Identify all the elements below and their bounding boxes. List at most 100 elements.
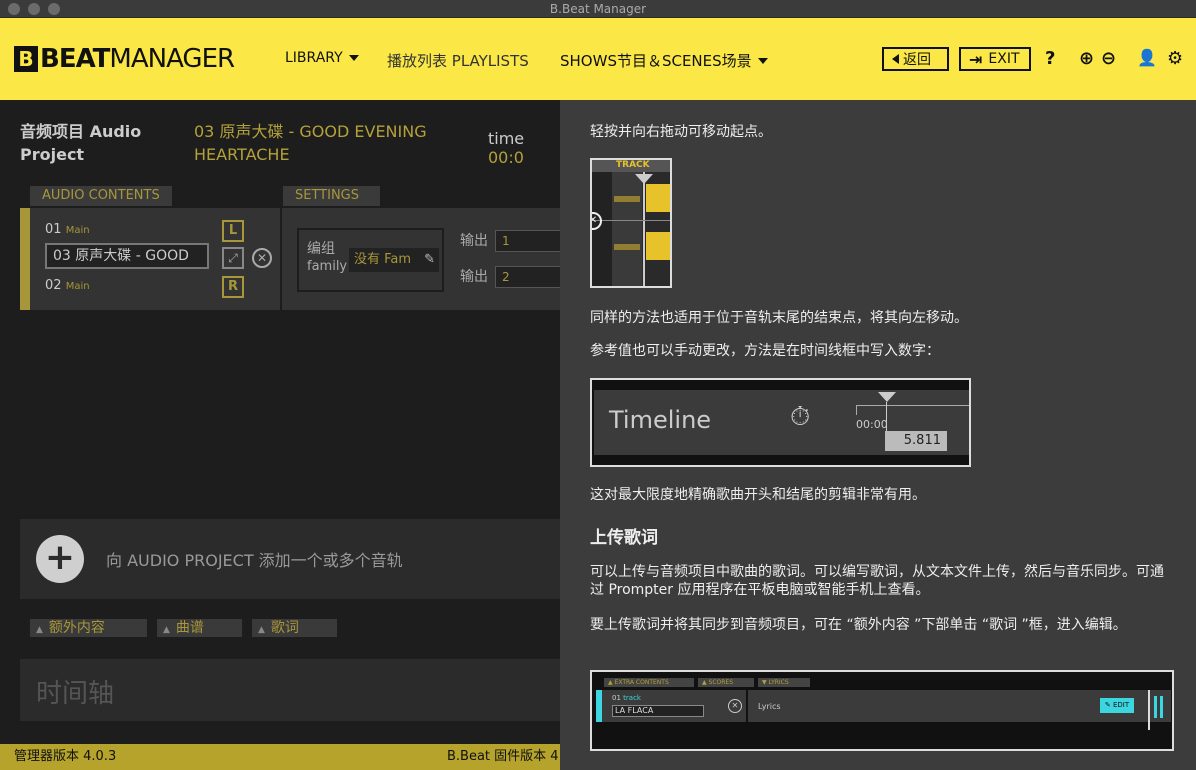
back-label: 返回 [903, 52, 931, 68]
tab-settings[interactable]: SETTINGS [283, 186, 380, 206]
track-bottom-num: 02 [45, 278, 62, 293]
help-para-3: 参考值也可以手动更改，方法是在时间线框中写入数字： [590, 343, 940, 359]
img3-edit-label: EDIT [1112, 701, 1130, 709]
img2-start-time: 00:00 [856, 418, 888, 431]
img3-extra-tab: ▲ EXTRA CONTENTS [604, 678, 694, 687]
img2-timeline-label: Timeline [609, 406, 712, 434]
right-channel-button[interactable]: R [222, 276, 244, 298]
img3-track-name: LA FLACA [612, 705, 704, 717]
time-readout: time 00:0 [488, 129, 560, 167]
drag-start-illustration: TRACK ✕ [590, 158, 672, 288]
family-select[interactable]: 没有 Fam ✎ [349, 248, 439, 272]
project-track-title: 03 原声大碟 - GOOD EVENING HEARTACHE [194, 122, 427, 164]
track-top-num: 01 [45, 222, 62, 237]
firmware-version: B.Beat 固件版本 4 [447, 749, 559, 764]
group-label-cn: 编组 [307, 241, 335, 257]
family-value: 没有 Fam [354, 252, 412, 267]
audio-project-editor: 音频项目 Audio Project 03 原声大碟 - GOOD EVENIN… [0, 100, 565, 744]
remove-track-icon[interactable]: ✕ [252, 248, 272, 268]
track-bottom-number: 02 Main [45, 278, 90, 293]
back-button[interactable]: 返回 [882, 47, 949, 71]
time-label: time [488, 129, 525, 148]
tab-lyrics[interactable]: ▲ 歌词 [252, 619, 337, 637]
nav-library[interactable]: LIBRARY [285, 50, 359, 66]
track-bottom-tag: Main [65, 281, 90, 292]
page-title: 音频项目 Audio Project [20, 122, 142, 164]
zoom-out-icon[interactable]: ⊖ [1101, 48, 1116, 69]
status-footer: 管理器版本 4.0.3 B.Beat 固件版本 4 [0, 744, 560, 770]
add-track-label: 向 AUDIO PROJECT 添加一个或多个音轨 [106, 551, 403, 570]
tab-scores-label: 曲谱 [175, 620, 204, 636]
triangle-up-icon: ▲ [258, 625, 265, 635]
img1-track-label: TRACK [616, 160, 650, 170]
expand-icon[interactable]: ⤢ [222, 247, 244, 269]
track-name-field[interactable]: 03 原声大碟 - GOOD [45, 243, 209, 269]
img3-extra-label: EXTRA CONTENTS [614, 679, 669, 686]
output-field-2[interactable]: 2 [495, 266, 565, 288]
timeline-bar[interactable]: 时间轴 [20, 659, 560, 721]
track-panel: 01 Main 03 原声大碟 - GOOD 02 Main L ⤢ ✕ R 编… [20, 208, 565, 310]
gear-icon[interactable]: ⚙ [1167, 48, 1183, 69]
tab-lyrics-label: 歌词 [270, 620, 299, 636]
nav-shows-scenes[interactable]: SHOWS节目＆SCENES场景 [560, 50, 768, 71]
zoom-in-icon[interactable]: ⊕ [1079, 48, 1094, 69]
output-field-1[interactable]: 1 [495, 230, 565, 252]
plus-icon[interactable]: + [36, 535, 84, 583]
app-logo: B BEAT MANAGER [14, 44, 235, 74]
img3-tag: track [623, 694, 641, 702]
help-para-5: 可以上传与音频项目中歌曲的歌词。可以编写歌词，从文本文件上传，然后与音乐同步。可… [590, 564, 1164, 598]
logo-beat: BEAT [40, 44, 110, 74]
panel-divider [280, 208, 282, 310]
tab-extra-contents[interactable]: ▲ 额外内容 [30, 619, 147, 637]
track-top-tag: Main [65, 225, 90, 236]
img3-scores-label: SCORES [708, 679, 734, 686]
nav-playlists-label: 播放列表 PLAYLISTS [387, 52, 529, 70]
nav-library-label: LIBRARY [285, 50, 343, 66]
stopwatch-icon: ⏱ [790, 402, 811, 432]
output-label-2: 输出 [460, 269, 488, 285]
output-label-1: 输出 [460, 233, 488, 249]
triangle-up-icon: ▲ [163, 625, 170, 635]
help-panel[interactable]: 轻按并向右拖动可移动起点。 TRACK ✕ 同样的方法也适用于位于音轨末尾的结束… [560, 100, 1196, 770]
time-value: 00:0 [488, 148, 524, 167]
img3-num: 01 [612, 694, 621, 702]
left-channel-button[interactable]: L [222, 220, 244, 242]
img3-lyrics-tab-label: LYRICS [768, 679, 789, 686]
lyrics-illustration: ▲ EXTRA CONTENTS ▲ SCORES ▼ LYRICS 01 tr… [590, 670, 1174, 751]
chevron-down-icon [348, 55, 359, 61]
app-header: B BEAT MANAGER LIBRARY 播放列表 PLAYLISTS SH… [0, 18, 1196, 100]
img3-edit-button: ✎ EDIT [1100, 698, 1134, 713]
help-para-1: 轻按并向右拖动可移动起点。 [590, 124, 772, 140]
img3-lyrics-text: Lyrics [758, 702, 781, 711]
add-track-bar[interactable]: + 向 AUDIO PROJECT 添加一个或多个音轨 [20, 519, 560, 599]
tab-scores[interactable]: ▲ 曲谱 [157, 619, 242, 637]
timeline-label: 时间轴 [36, 679, 115, 709]
help-para-4: 这对最大限度地精确歌曲开头和结尾的剪辑非常有用。 [590, 487, 926, 503]
help-heading-lyrics: 上传歌词 [590, 528, 658, 548]
logo-mark: B [14, 46, 38, 72]
help-para-2: 同样的方法也适用于位于音轨末尾的结束点，将其向左移动。 [590, 310, 968, 326]
exit-icon: ⇥ [969, 49, 983, 69]
img3-lyrics-tab: ▼ LYRICS [758, 678, 810, 687]
logo-manager: MANAGER [109, 44, 235, 74]
track-top-number: 01 Main [45, 222, 90, 237]
timeline-box-illustration: Timeline ⏱ 00:00 5.811 [590, 378, 971, 467]
window-title: B.Beat Manager [549, 2, 647, 16]
help-icon[interactable]: ? [1045, 48, 1055, 69]
chevron-down-icon [757, 57, 768, 64]
family-group-box: 编组 family 没有 Fam ✎ [297, 228, 444, 292]
nav-playlists[interactable]: 播放列表 PLAYLISTS [387, 50, 529, 71]
exit-label: EXIT [988, 51, 1020, 67]
tab-extra-label: 额外内容 [48, 620, 105, 636]
pencil-icon[interactable]: ✎ [424, 248, 435, 272]
group-label: 编组 family [307, 240, 347, 276]
manager-version: 管理器版本 4.0.3 [14, 749, 117, 764]
tab-audio-contents[interactable]: AUDIO CONTENTS [30, 186, 172, 206]
img3-track-number: 01 track [612, 694, 641, 702]
exit-button[interactable]: ⇥ EXIT [959, 47, 1031, 71]
img3-close-icon: ✕ [728, 699, 742, 713]
window-titlebar: B.Beat Manager [0, 0, 1196, 18]
user-icon[interactable]: 👤 [1137, 48, 1157, 67]
back-arrow-icon [892, 54, 899, 64]
group-label-en: family [307, 259, 348, 274]
